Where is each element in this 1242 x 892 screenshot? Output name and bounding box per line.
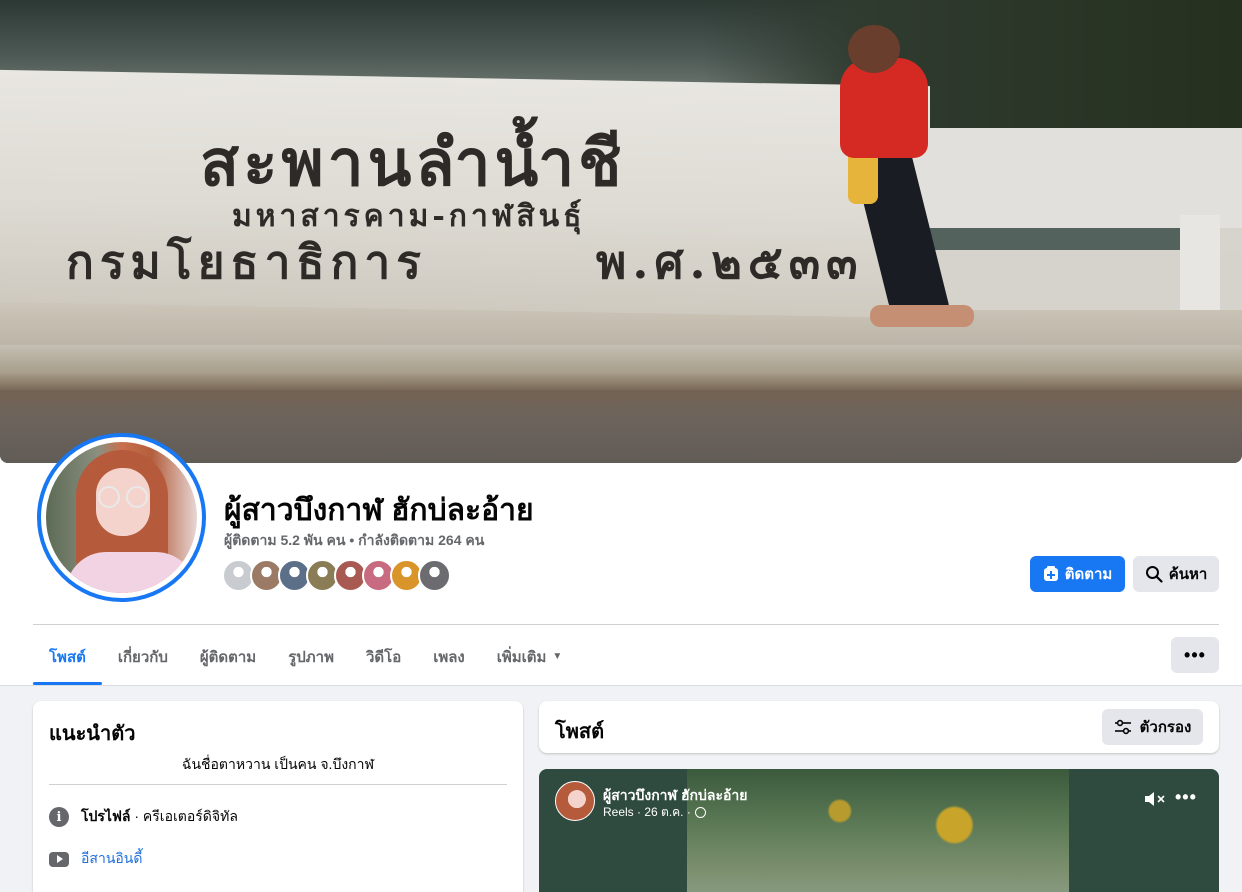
search-label: ค้นหา — [1168, 566, 1208, 583]
tab-2[interactable]: ผู้ติดตาม — [184, 628, 272, 685]
cover-sign-line3: กรมโยธาธิการ — [66, 235, 427, 289]
tab-0[interactable]: โพสต์ — [33, 628, 102, 685]
avatar-photo — [46, 442, 197, 593]
filter-label: ตัวกรอง — [1139, 719, 1192, 736]
page-divider — [0, 685, 1242, 686]
tab-5[interactable]: เพลง — [417, 628, 481, 685]
tab-label: โพสต์ — [49, 648, 86, 666]
followers-count[interactable]: ผู้ติดตาม 5.2 พัน คน • กำลังติดตาม 264 ค… — [224, 530, 484, 552]
reel-meta-text: Reels · 26 ต.ค. · — [603, 805, 691, 819]
tab-4[interactable]: วิดีโอ — [350, 628, 417, 685]
tab-6[interactable]: เพิ่มเติม ▼ — [481, 628, 579, 685]
youtube-icon — [49, 851, 69, 867]
avatar-glasses-right — [126, 486, 148, 508]
cover-curb — [0, 345, 1242, 390]
caret-down-icon: ▼ — [552, 651, 563, 662]
info-icon: i — [49, 807, 69, 827]
profile-header: สะพานลำน้ำชี มหาสารคาม-กาฬสินธุ์ กรมโยธา… — [0, 0, 1242, 686]
tab-1[interactable]: เกี่ยวกับ — [102, 628, 184, 685]
mutual-follower-avatar[interactable] — [418, 559, 451, 592]
tab-3[interactable]: รูปภาพ — [272, 628, 350, 685]
tab-label: เกี่ยวกับ — [117, 648, 168, 666]
header-divider — [33, 624, 1219, 625]
tab-label: ผู้ติดตาม — [199, 648, 257, 666]
follow-label: ติดตาม — [1064, 566, 1113, 583]
reel-author-avatar[interactable] — [555, 781, 595, 821]
intro-divider — [49, 784, 507, 785]
cover-sign-line4: พ.ศ.๒๕๓๓ — [596, 235, 864, 289]
intro-link-row[interactable]: อีสานอินดี้ — [49, 848, 142, 870]
search-icon — [1145, 566, 1163, 583]
tab-label: เพิ่มเติม — [496, 648, 547, 666]
globe-icon — [694, 807, 706, 818]
follow-icon — [1043, 566, 1058, 581]
reel-post[interactable]: ผู้สาวบึงกาฬ ฮักบ่ละอ้าย Reels · 26 ต.ค.… — [539, 769, 1219, 892]
page-name: ผู้สาวบึงกาฬ ฮักบ่ละอ้าย — [224, 494, 534, 527]
intro-card: แนะนำตัว ฉันชื่อตาหวาน เป็นคน จ.บึงกาฬ i… — [33, 701, 523, 892]
cover-road — [0, 390, 1242, 463]
follow-button[interactable]: ติดตาม — [1030, 556, 1125, 592]
avatar-border — [41, 437, 202, 598]
filter-icon — [1114, 719, 1131, 735]
mutual-followers[interactable] — [222, 559, 451, 593]
reel-more-button[interactable]: ••• — [1175, 787, 1197, 808]
tab-label: รูปภาพ — [288, 648, 334, 666]
tab-label: เพลง — [433, 648, 465, 666]
youtube-link[interactable]: อีสานอินดี้ — [81, 848, 142, 870]
intro-title: แนะนำตัว — [49, 723, 136, 745]
cover-person-body — [840, 58, 928, 158]
profile-category: · ครีเอเตอร์ดิจิทัล — [130, 808, 238, 824]
posts-header: โพสต์ ตัวกรอง — [539, 701, 1219, 753]
tab-label: วิดีโอ — [365, 648, 402, 666]
search-button[interactable]: ค้นหา — [1133, 556, 1219, 592]
profile-avatar[interactable] — [37, 433, 206, 602]
posts-title: โพสต์ — [555, 721, 605, 743]
intro-profile-row: i โปรไฟล์ · ครีเอเตอร์ดิจิทัล — [49, 806, 238, 828]
profile-tabs: โพสต์ เกี่ยวกับ ผู้ติดตาม รูปภาพ วิดีโอ เพลง เ… — [33, 628, 578, 685]
cover-bridge-rail — [900, 128, 1242, 228]
avatar-shirt — [66, 552, 196, 593]
more-options-button[interactable]: ••• — [1171, 637, 1219, 673]
cover-rail-post — [1180, 215, 1220, 310]
filter-button[interactable]: ตัวกรอง — [1102, 709, 1203, 745]
intro-bio: ฉันชื่อตาหวาน เป็นคน จ.บึงกาฬ — [181, 756, 375, 772]
cover-person-head — [848, 25, 900, 73]
profile-label: โปรไฟล์ — [81, 808, 131, 824]
reel-meta: Reels · 26 ต.ค. · — [603, 803, 706, 822]
mute-icon[interactable] — [1143, 789, 1167, 809]
avatar-glasses-left — [98, 486, 120, 508]
cover-person-feet — [870, 305, 974, 327]
cover-photo[interactable]: สะพานลำน้ำชี มหาสารคาม-กาฬสินธุ์ กรมโยธา… — [0, 0, 1242, 463]
